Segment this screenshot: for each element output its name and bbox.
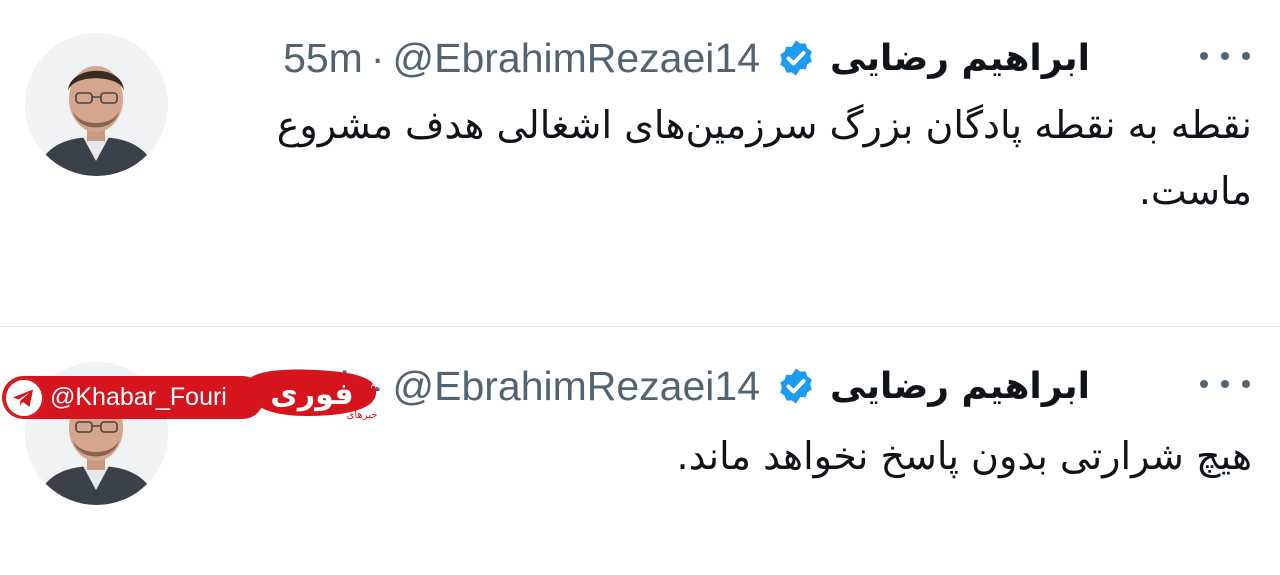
more-dot-icon (1242, 52, 1250, 60)
more-dot-icon (1200, 52, 1208, 60)
svg-text:مهم: مهم (371, 379, 386, 389)
more-dot-icon (1200, 380, 1208, 388)
timeline: 55m · @EbrahimRezaei14 ابراهیم رضایی نقط… (0, 0, 1280, 575)
svg-text:فوری: فوری (270, 377, 353, 412)
tweet-text: نقطه به نقطه پادگان بزرگ سرزمین‌های اشغا… (276, 103, 1252, 213)
avatar[interactable] (25, 33, 168, 176)
channel-logo: فوری خبرهای مهم (236, 356, 386, 426)
svg-text:خبرهای: خبرهای (347, 410, 378, 421)
more-dot-icon (1242, 380, 1250, 388)
user-handle[interactable]: @EbrahimRezaei14 (392, 35, 760, 82)
verified-badge-icon[interactable] (776, 366, 816, 406)
more-options-button[interactable] (1200, 374, 1250, 394)
tweet[interactable]: 3h · @EbrahimRezaei14 ابراهیم رضایی هیچ … (0, 327, 1280, 575)
more-dot-icon (1221, 52, 1229, 60)
display-name[interactable]: ابراهیم رضایی (830, 366, 1090, 407)
telegram-icon (4, 378, 44, 418)
tweet-time[interactable]: 55m (283, 35, 363, 82)
more-options-button[interactable] (1200, 46, 1250, 66)
avatar-image (25, 33, 168, 176)
verified-badge-icon[interactable] (776, 38, 816, 78)
tweet[interactable]: 55m · @EbrahimRezaei14 ابراهیم رضایی نقط… (0, 0, 1280, 326)
user-handle[interactable]: @EbrahimRezaei14 (392, 363, 760, 410)
tweet-header: 55m · @EbrahimRezaei14 ابراهیم رضایی (195, 30, 1090, 86)
watermark-handle: @Khabar_Fouri (50, 383, 227, 411)
channel-watermark: @Khabar_Fouri فوری خبرهای مهم (0, 369, 386, 424)
separator-dot: · (370, 34, 385, 81)
tweet-text: هیچ شرارتی بدون پاسخ نخواهد ماند. (676, 434, 1252, 478)
more-dot-icon (1221, 380, 1229, 388)
display-name[interactable]: ابراهیم رضایی (830, 38, 1090, 79)
